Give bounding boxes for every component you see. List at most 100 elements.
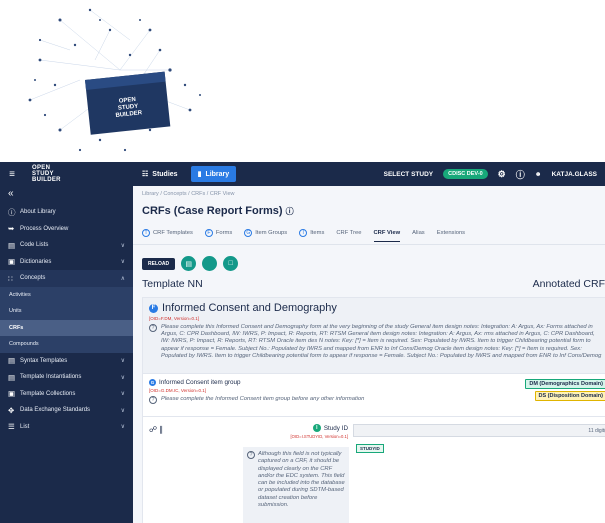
- tab-items[interactable]: I Items: [299, 229, 324, 242]
- sidebar-subitem-units[interactable]: Units: [0, 303, 133, 320]
- page-title-text: CRFs (Case Report Forms): [142, 205, 283, 217]
- item-oid: [OID=I.STUDYID, Version=0.1]: [290, 434, 348, 439]
- list-icon: ☰: [8, 422, 15, 432]
- item-icon: I: [299, 229, 308, 237]
- hero-illustration: OPEN STUDY BUILDER: [0, 0, 240, 162]
- sidebar-item-template-instantiations[interactable]: ▤ Template Instantiations ∨: [0, 369, 133, 386]
- item-icon: I: [312, 424, 321, 432]
- collection-icon: ▣: [8, 389, 16, 399]
- crf-tabs: T CRF Templates F Forms G Item Groups I Item…: [142, 229, 465, 242]
- chevron-down-icon: ∨: [120, 391, 125, 398]
- annotated-crf-label: Annotated CRF: [532, 278, 605, 290]
- tab-item-groups[interactable]: G Item Groups: [244, 229, 287, 242]
- item-group-note-text: Please complete the Informed Consent ite…: [161, 396, 365, 402]
- reload-button[interactable]: RELOAD: [142, 257, 176, 270]
- sidebar-subitem-crfs[interactable]: CRFs: [0, 319, 133, 336]
- collapse-sidebar-icon[interactable]: «: [0, 188, 133, 204]
- toolbar: RELOAD ▤ □: [142, 256, 239, 271]
- tab-extensions[interactable]: Extensions: [437, 229, 465, 242]
- document-icon: □: [228, 260, 233, 267]
- form-icon: F: [149, 303, 158, 313]
- nav-studies[interactable]: ☷ Studies: [135, 166, 185, 182]
- export-button[interactable]: ▤: [181, 256, 197, 271]
- tabs-divider: [133, 244, 605, 245]
- form-oid: [OID=F.DM, Version=0.1]: [149, 316, 200, 321]
- sidebar-item-label: Data Exchange Standards: [20, 407, 91, 414]
- sidebar-item-label: Code Lists: [20, 242, 49, 249]
- item-card: ☍ ∥ I Study ID [OID=I.STUDYID, Version=0…: [142, 417, 605, 523]
- chevron-down-icon: ∨: [120, 424, 125, 431]
- tab-crf-templates[interactable]: T CRF Templates: [142, 229, 193, 242]
- sidebar-item-label: About Library: [20, 209, 56, 216]
- nav-library[interactable]: ▮ Library: [190, 166, 237, 182]
- tab-crf-view[interactable]: CRF View: [373, 229, 401, 242]
- info-icon: ⓘ: [8, 207, 16, 217]
- document-button[interactable]: □: [223, 256, 239, 271]
- help-icon[interactable]: ⓘ: [286, 207, 294, 216]
- sidebar-item-dictionaries[interactable]: ▣ Dictionaries ∨: [0, 254, 133, 271]
- sidebar-subitem-compounds[interactable]: Compounds: [0, 336, 133, 353]
- tab-label: Items: [310, 230, 325, 236]
- app-bar-right: SELECT STUDY CDISC DEV-0 ⚙ ⓘ ☻ KATJA.GLA…: [384, 168, 605, 181]
- study-id-field[interactable]: 11 digit(s): [353, 424, 605, 437]
- tab-label: CRF View: [373, 229, 401, 236]
- form-icon: F: [204, 229, 213, 237]
- sidebar-item-process[interactable]: ➥ Process Overview: [0, 221, 133, 238]
- sidebar-item-about[interactable]: ⓘ About Library: [0, 204, 133, 221]
- tab-label: CRF Templates: [153, 230, 193, 236]
- nav-library-label: Library: [205, 170, 230, 178]
- tab-label: Item Groups: [255, 230, 288, 236]
- template-row: Template NN Annotated CRF: [142, 278, 605, 290]
- export-icon: ▤: [185, 260, 192, 268]
- template-name: Template NN: [142, 278, 203, 290]
- item-group-icon: G: [244, 229, 253, 237]
- settings-icon[interactable]: ⚙: [498, 169, 506, 180]
- instantiation-icon: ▤: [8, 372, 16, 382]
- select-study-label[interactable]: SELECT STUDY: [384, 171, 433, 178]
- tab-forms[interactable]: F Forms: [204, 229, 233, 242]
- tab-alias[interactable]: Alias: [412, 229, 425, 242]
- item-title: I Study ID: [312, 424, 348, 432]
- menu-icon[interactable]: ≡: [0, 169, 24, 180]
- help-icon[interactable]: ⓘ: [516, 168, 525, 181]
- sidebar-item-syntax-templates[interactable]: ▤ Syntax Templates ∨: [0, 353, 133, 370]
- user-name[interactable]: KATJA.GLASS: [552, 171, 597, 178]
- item-label: I Study ID [OID=I.STUDYID, Version=0.1]: [238, 424, 348, 439]
- chevron-down-icon: ∨: [120, 358, 125, 365]
- form-title-text: Informed Consent and Demography: [162, 302, 337, 314]
- study-badge[interactable]: CDISC DEV-0: [443, 169, 488, 179]
- toggle-button[interactable]: [202, 256, 218, 271]
- sidebar-subitem-activities[interactable]: Activities: [0, 286, 133, 303]
- library-icon: ▮: [197, 171, 202, 178]
- app-logo[interactable]: OPEN STUDY BUILDER: [24, 162, 119, 186]
- sidebar-item-label: Template Collections: [20, 390, 76, 397]
- sidebar-item-label: Process Overview: [20, 225, 69, 232]
- tab-crf-tree[interactable]: CRF Tree: [336, 229, 361, 242]
- logo-text: OPEN STUDY BUILDER: [32, 165, 61, 183]
- sidebar: « ⓘ About Library ➥ Process Overview ▤ C…: [0, 186, 133, 523]
- sidebar-item-template-collections[interactable]: ▣ Template Collections ∨: [0, 386, 133, 403]
- sidebar-item-codelists[interactable]: ▤ Code Lists ∨: [0, 237, 133, 254]
- breadcrumb[interactable]: Library / Concepts / CRFs / CRF View: [142, 191, 235, 197]
- item-group-title-text: Informed Consent item group: [159, 379, 241, 386]
- process-icon: ➥: [8, 224, 15, 234]
- sdtm-variable-tag: STUDYID: [356, 444, 384, 453]
- form-title: F Informed Consent and Demography: [149, 302, 605, 314]
- tab-label: Forms: [215, 230, 233, 236]
- sidebar-item-label: Dictionaries: [20, 258, 52, 265]
- sidebar-item-data-exchange[interactable]: ✥ Data Exchange Standards ∨: [0, 402, 133, 419]
- help-icon: ?: [149, 396, 157, 404]
- main-content: Library / Concepts / CRFs / CRF View CRF…: [133, 186, 605, 523]
- exchange-icon: ✥: [8, 405, 15, 415]
- form-header: F Informed Consent and Demography [OID=F…: [143, 298, 605, 374]
- codelist-icon: ▤: [8, 240, 16, 250]
- item-flags: ☍ ∥: [149, 425, 163, 434]
- sidebar-item-concepts[interactable]: ∷ Concepts ∧: [0, 270, 133, 287]
- domain-tag-dm: DM (Demographics Domain): [525, 379, 605, 389]
- item-note-text: Although this field is not typically cap…: [258, 451, 345, 509]
- concepts-icon: ∷: [8, 273, 13, 283]
- sidebar-item-label: Concepts: [20, 275, 46, 282]
- chevron-down-icon: ∨: [120, 374, 125, 381]
- template-icon: T: [142, 229, 150, 237]
- sidebar-item-list[interactable]: ☰ List ∨: [0, 419, 133, 436]
